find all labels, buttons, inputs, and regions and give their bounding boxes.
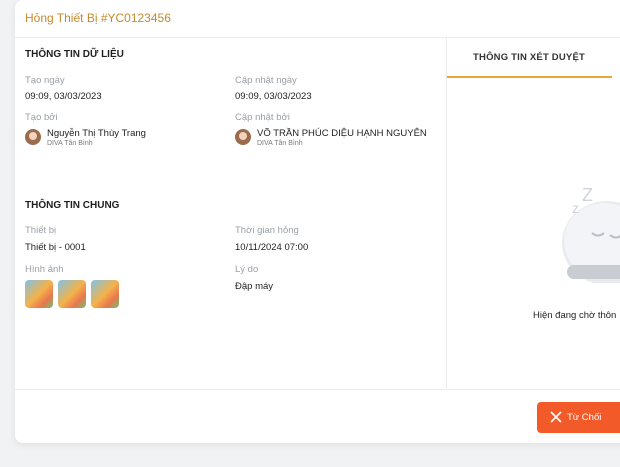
waiting-message: Hiện đang chờ thôn bbox=[533, 310, 617, 321]
close-icon bbox=[550, 411, 562, 423]
tab-review-info-label: THÔNG TIN XÉT DUYỆT bbox=[473, 52, 585, 63]
reject-button[interactable]: Từ Chối bbox=[537, 402, 620, 433]
updated-by-branch: DIVA Tân Bình bbox=[257, 140, 303, 147]
updated-by-name: VÕ TRẦN PHÚC DIỆU HẠNH NGUYÊN bbox=[257, 128, 427, 139]
image-thumbnail[interactable] bbox=[58, 280, 86, 308]
info-panel: THÔNG TIN DỮ LIỆU Tạo ngày 09:09, 03/03/… bbox=[15, 38, 447, 388]
review-panel: THÔNG TIN XÉT DUYỆT z Z Hiện đang chờ th… bbox=[447, 38, 620, 388]
svg-text:z: z bbox=[572, 200, 579, 216]
device-label: Thiết bị bbox=[25, 225, 57, 236]
created-by-label: Tạo bởi bbox=[25, 112, 58, 123]
broken-time-label: Thời gian hỏng bbox=[235, 225, 299, 236]
image-gallery bbox=[25, 280, 119, 308]
created-date-label: Tạo ngày bbox=[25, 75, 65, 86]
created-by-branch: DIVA Tân Bình bbox=[47, 140, 93, 147]
card-footer: Từ Chối bbox=[15, 389, 620, 443]
created-date-value: 09:09, 03/03/2023 bbox=[25, 91, 102, 102]
broken-time-value: 10/11/2024 07:00 bbox=[235, 242, 309, 253]
image-thumbnail[interactable] bbox=[91, 280, 119, 308]
device-value: Thiết bị - 0001 bbox=[25, 242, 86, 253]
created-by-name: Nguyễn Thị Thùy Trang bbox=[47, 128, 146, 139]
request-detail-card: Hỏng Thiết Bị #YC0123456 THÔNG TIN DỮ LI… bbox=[15, 0, 620, 443]
svg-text:Z: Z bbox=[582, 185, 593, 205]
tab-review-info[interactable]: THÔNG TIN XÉT DUYỆT bbox=[447, 38, 612, 78]
created-by-user: Nguyễn Thị Thùy Trang DIVA Tân Bình bbox=[25, 128, 146, 148]
updated-date-value: 09:09, 03/03/2023 bbox=[235, 91, 312, 102]
avatar bbox=[235, 129, 251, 145]
image-thumbnail[interactable] bbox=[25, 280, 53, 308]
page-title: Hỏng Thiết Bị #YC0123456 bbox=[25, 11, 171, 25]
updated-by-user: VÕ TRẦN PHÚC DIỆU HẠNH NGUYÊN DIVA Tân B… bbox=[235, 128, 427, 148]
general-info-section-title: THÔNG TIN CHUNG bbox=[25, 200, 120, 211]
data-info-section-title: THÔNG TIN DỮ LIỆU bbox=[25, 49, 124, 60]
reason-value: Đập máy bbox=[235, 281, 274, 292]
reason-label: Lý do bbox=[235, 264, 259, 275]
avatar bbox=[25, 129, 41, 145]
reject-button-label: Từ Chối bbox=[567, 412, 602, 423]
sleeping-mascot-icon: z Z bbox=[562, 185, 620, 283]
updated-date-label: Cập nhật ngày bbox=[235, 75, 297, 86]
updated-by-label: Cập nhật bởi bbox=[235, 112, 290, 123]
images-label: Hình ảnh bbox=[25, 264, 64, 275]
card-header: Hỏng Thiết Bị #YC0123456 bbox=[15, 0, 620, 38]
